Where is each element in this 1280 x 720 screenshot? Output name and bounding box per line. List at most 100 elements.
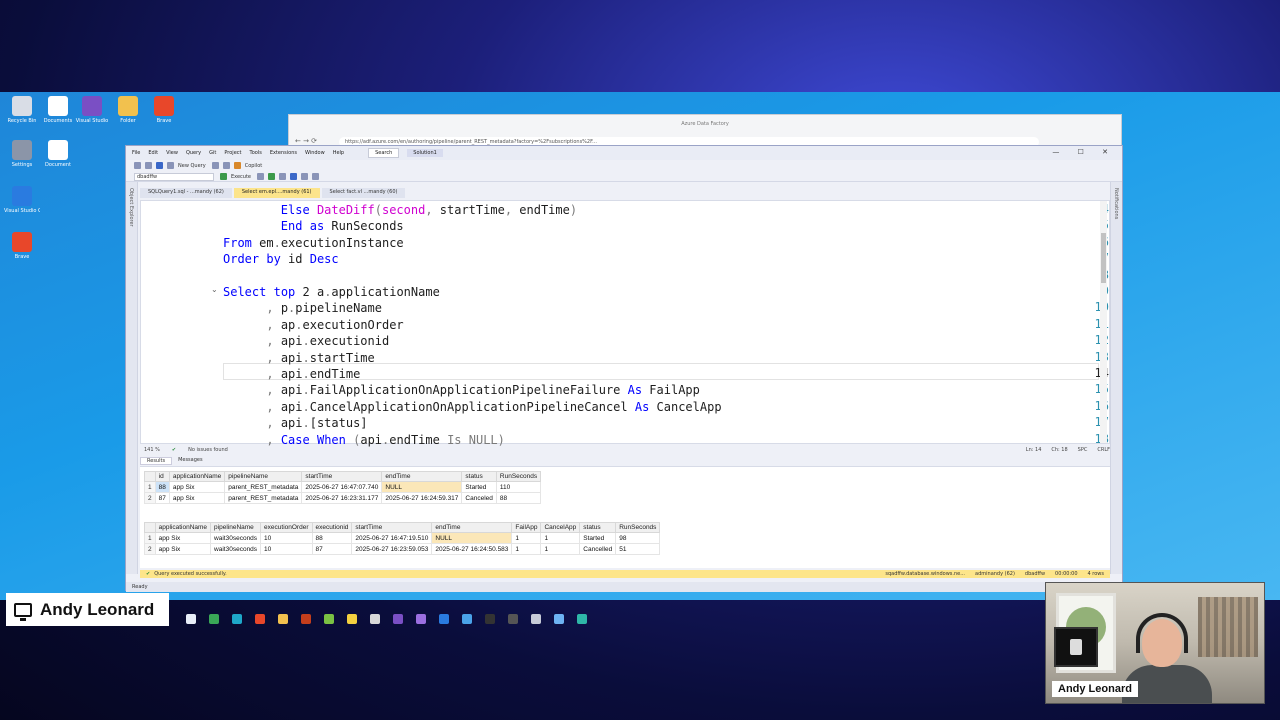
table-cell[interactable]: 87 [154, 492, 170, 504]
desktop-icon[interactable]: Documents [40, 96, 76, 124]
column-header[interactable]: RunSeconds [615, 522, 661, 533]
menu-item-window[interactable]: Window [305, 150, 325, 156]
code-line[interactable]: Order by id Desc [223, 251, 1083, 267]
menu-item-tools[interactable]: Tools [249, 150, 261, 156]
table-cell[interactable]: 2025-06-27 16:24:59.317 [381, 492, 463, 504]
table-cell[interactable]: 98 [615, 532, 661, 544]
scrollbar-thumb[interactable] [1101, 233, 1106, 283]
code-line[interactable]: , api.endTime [223, 366, 1083, 382]
code-line[interactable]: Select top 2 a.applicationName [223, 284, 1083, 300]
object-explorer-strip[interactable]: Object Explorer [126, 182, 138, 574]
app2-icon[interactable] [554, 614, 564, 624]
column-header[interactable]: applicationName [168, 471, 226, 482]
table-cell[interactable]: 1 [540, 532, 581, 544]
menu-item-help[interactable]: Help [333, 150, 344, 156]
table-cell[interactable]: 2 [144, 543, 156, 555]
document-tab[interactable]: SQLQuery1.sql - ...mandy (62) [140, 188, 232, 198]
vscode-icon[interactable] [439, 614, 449, 624]
table-cell[interactable]: 2025-06-27 16:47:07.740 [301, 481, 383, 493]
column-header[interactable]: endTime [381, 471, 463, 482]
table-cell[interactable]: wait30seconds [210, 532, 262, 544]
table-cell[interactable]: wait30seconds [210, 543, 262, 555]
new-query-button[interactable]: New Query [178, 163, 206, 169]
grid-corner[interactable] [144, 471, 156, 482]
table-cell[interactable]: Started [579, 532, 617, 544]
code-line[interactable]: , api.FailApplicationOnApplicationPipeli… [223, 382, 1083, 398]
table-cell[interactable]: 2025-06-27 16:47:19.510 [351, 532, 433, 544]
table-cell[interactable]: parent_REST_metadata [224, 481, 303, 493]
editor-scrollbar[interactable] [1100, 201, 1107, 443]
table-cell[interactable]: 1 [540, 543, 581, 555]
column-header[interactable]: startTime [301, 471, 383, 482]
terminal-icon[interactable] [485, 614, 495, 624]
desktop-icon[interactable]: Document [40, 140, 76, 168]
column-header[interactable]: pipelineName [224, 471, 303, 482]
cmd-icon[interactable] [508, 614, 518, 624]
table-cell[interactable]: NULL [431, 532, 513, 544]
vs-icon[interactable] [393, 614, 403, 624]
menu-item-view[interactable]: View [166, 150, 178, 156]
code-line[interactable] [223, 268, 1083, 284]
search-icon[interactable] [186, 614, 196, 624]
table-row[interactable]: 2 87 app Six parent_REST_metadata 2025-06-27… [144, 492, 542, 504]
results-grid-2[interactable]: applicationName pipelineName executionOrde… [144, 522, 661, 555]
result-tab-results[interactable]: Results [140, 457, 173, 465]
code-line[interactable]: Else DateDiff(second, startTime, endTime… [223, 202, 1083, 218]
save-icon[interactable] [167, 162, 174, 169]
vs2-icon[interactable] [416, 614, 426, 624]
redo-icon[interactable] [222, 162, 230, 169]
stop-icon[interactable] [257, 173, 264, 180]
column-header[interactable]: CancelApp [540, 522, 581, 533]
app-icon[interactable] [531, 614, 541, 624]
zoom-level[interactable]: 141 % [144, 447, 160, 453]
menu-item-project[interactable]: Project [224, 150, 241, 156]
menu-item-git[interactable]: Git [209, 150, 216, 156]
collapse-icon[interactable]: ⌄ [211, 285, 218, 294]
app3-icon[interactable] [577, 614, 587, 624]
undo-icon[interactable] [211, 162, 219, 169]
execute-icon[interactable] [220, 173, 227, 180]
document-tab[interactable]: Select em.epl....mandy (61) [233, 188, 320, 198]
column-header[interactable]: status [579, 522, 617, 533]
desktop-icon[interactable]: Settings [4, 140, 40, 168]
table-cell[interactable]: 2 [144, 492, 156, 504]
notepad-icon[interactable] [324, 614, 334, 624]
table-row[interactable]: 1 88 app Six parent_REST_metadata 2025-06-27… [144, 481, 542, 493]
code-line[interactable]: , ap.executionOrder [223, 317, 1083, 333]
code-line[interactable]: From em.executionInstance [223, 235, 1083, 251]
column-header[interactable]: RunSeconds [495, 471, 542, 482]
results-grid-1[interactable]: id applicationName pipelineName startTime en… [144, 471, 542, 504]
table-cell[interactable]: app Six [168, 481, 226, 493]
ppt-icon[interactable] [301, 614, 311, 624]
table-cell[interactable]: Cancelled [579, 543, 617, 555]
table-cell[interactable]: app Six [168, 492, 226, 504]
query-editor[interactable]: 4 Else DateDiff(second, startTime, endTi… [140, 200, 1110, 447]
table-cell[interactable]: 2025-06-27 16:23:59.053 [351, 543, 433, 555]
table-cell[interactable]: 2025-06-27 16:24:50.583 [431, 543, 513, 555]
database-select[interactable]: dbadffw [134, 172, 214, 181]
comment-icon[interactable] [301, 173, 308, 180]
table-cell[interactable]: NULL [381, 481, 463, 493]
table-cell[interactable]: 51 [615, 543, 661, 555]
desktop-icon[interactable]: Visual Studio Code [4, 186, 40, 214]
code-line[interactable]: , api.CancelApplicationOnApplicationPipe… [223, 399, 1083, 415]
menu-item-edit[interactable]: Edit [148, 150, 158, 156]
column-header[interactable]: pipelineName [210, 522, 262, 533]
desktop-icon[interactable]: Folder [110, 96, 146, 124]
column-header[interactable]: FailApp [511, 522, 542, 533]
table-cell[interactable]: app Six [154, 532, 212, 544]
table-cell[interactable]: Started [461, 481, 497, 493]
menu-item-extensions[interactable]: Extensions [270, 150, 297, 156]
table-cell[interactable]: Canceled [461, 492, 497, 504]
table-cell[interactable]: 10 [260, 543, 313, 555]
column-header[interactable]: id [154, 471, 170, 482]
column-header[interactable]: startTime [351, 522, 433, 533]
copilot-button[interactable]: Copilot [245, 163, 263, 169]
git-icon[interactable] [370, 614, 380, 624]
parse-icon[interactable] [268, 173, 275, 180]
table-row[interactable]: 1 app Six wait30seconds 10 88 2025-06-27 16:4… [144, 532, 661, 544]
table-cell[interactable]: 88 [154, 481, 170, 493]
table-cell[interactable]: 110 [495, 481, 542, 493]
table-cell[interactable]: 88 [311, 532, 353, 544]
table-cell[interactable]: 2025-06-27 16:23:31.177 [301, 492, 383, 504]
